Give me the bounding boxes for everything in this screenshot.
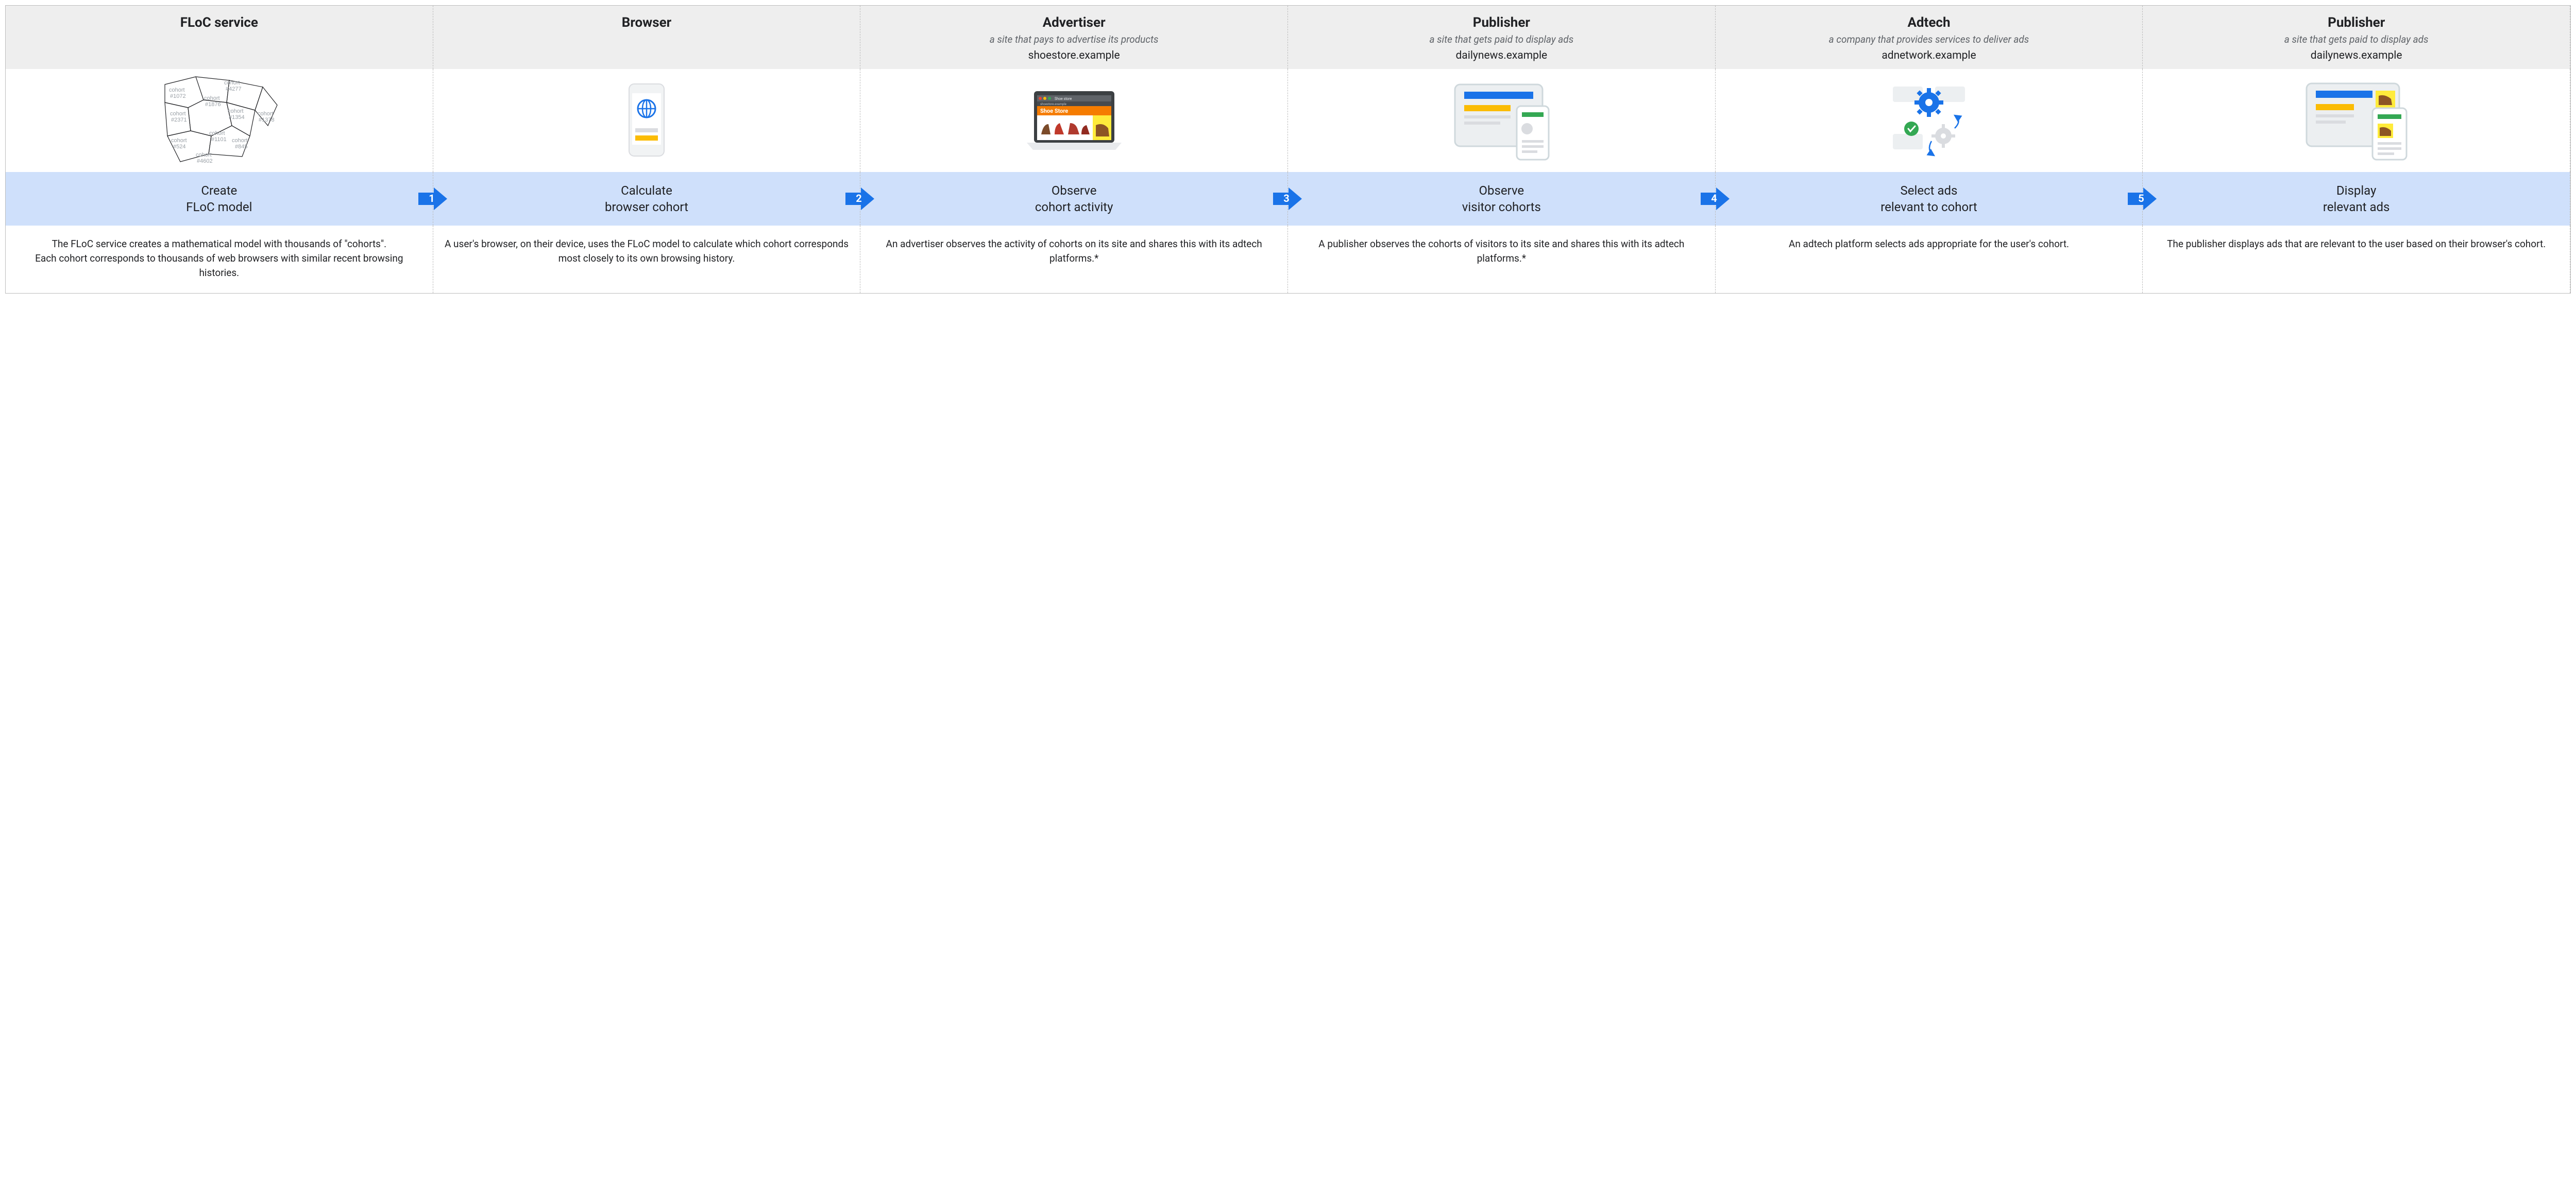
arrow-icon: 1 (418, 187, 447, 210)
arrow-icon: 5 (2128, 187, 2157, 210)
illus-floc-model: cohort #4277 cohort #1072 cohort #1876 c… (6, 69, 433, 172)
col-example: dailynews.example (1295, 49, 1708, 62)
svg-text:cohort: cohort (170, 111, 186, 117)
desc-1: The FLoC service creates a mathematical … (6, 226, 433, 293)
header-browser: Browser (433, 6, 861, 69)
svg-text:#2371: #2371 (171, 117, 187, 123)
desc-5: An adtech platform selects ads appropria… (1716, 226, 2143, 293)
col-title: Publisher (1295, 15, 1708, 30)
header-publisher-1: Publisher a site that gets paid to displ… (1288, 6, 1716, 69)
illus-advertiser-laptop: Shoe store shoestore.example Shoe Store (860, 69, 1288, 172)
arrow-icon: 4 (1701, 187, 1730, 210)
col-title: Advertiser (868, 15, 1280, 30)
svg-text:cohort: cohort (196, 152, 212, 158)
col-subtitle: a company that provides services to deli… (1723, 33, 2136, 46)
col-title: Browser (440, 15, 853, 30)
svg-text:1: 1 (429, 192, 434, 204)
gears-icon (1883, 79, 1975, 162)
header-adtech: Adtech a company that provides services … (1716, 6, 2143, 69)
col-subtitle: a site that gets paid to display ads (2150, 33, 2563, 46)
svg-text:Shoe store: Shoe store (1055, 97, 1072, 101)
svg-text:3: 3 (1283, 192, 1289, 204)
header-advertiser: Advertiser a site that pays to advertise… (860, 6, 1288, 69)
svg-text:Shoe Store: Shoe Store (1040, 108, 1068, 114)
phone-icon (626, 82, 667, 159)
svg-text:cohort: cohort (204, 95, 220, 101)
step-6: Displayrelevant ads (2143, 172, 2570, 226)
col-example: dailynews.example (2150, 49, 2563, 62)
step-5: Select adsrelevant to cohort 5 (1716, 172, 2143, 226)
desc-4: A publisher observes the cohorts of visi… (1288, 226, 1716, 293)
svg-text:#1378: #1378 (259, 117, 275, 123)
svg-text:cohort: cohort (209, 130, 225, 136)
header-floc-service: FLoC service (6, 6, 433, 69)
svg-text:4: 4 (1711, 192, 1717, 204)
svg-text:#1876: #1876 (205, 101, 221, 108)
illus-publisher-devices (1288, 69, 1716, 172)
voronoi-icon: cohort #4277 cohort #1072 cohort #1876 c… (160, 74, 278, 167)
svg-text:2: 2 (856, 192, 862, 204)
svg-text:cohort: cohort (258, 111, 274, 117)
svg-text:#1354: #1354 (229, 114, 245, 121)
devices-icon (1445, 79, 1558, 162)
svg-text:cohort: cohort (171, 138, 187, 144)
illus-browser-phone (433, 69, 861, 172)
step-2: Calculatebrowser cohort 2 (433, 172, 861, 226)
svg-text:#1101: #1101 (211, 136, 227, 143)
svg-text:#524: #524 (173, 144, 185, 150)
svg-text:#4277: #4277 (226, 86, 242, 92)
devices-ads-icon (2297, 79, 2416, 162)
laptop-icon: Shoe store shoestore.example Shoe Store (1023, 87, 1126, 154)
svg-text:#1072: #1072 (170, 93, 186, 99)
svg-text:cohort: cohort (169, 87, 185, 93)
col-subtitle: a site that pays to advertise its produc… (868, 33, 1280, 46)
desc-6: The publisher displays ads that are rele… (2143, 226, 2570, 293)
svg-text:cohort: cohort (232, 138, 248, 144)
col-title: FLoC service (13, 15, 426, 30)
svg-text:cohort: cohort (228, 108, 244, 114)
col-title: Adtech (1723, 15, 2136, 30)
col-example: shoestore.example (868, 49, 1280, 62)
illus-adtech-gears (1716, 69, 2143, 172)
arrow-icon: 2 (845, 187, 874, 210)
col-title: Publisher (2150, 15, 2563, 30)
step-3: Observecohort activity 3 (860, 172, 1288, 226)
desc-3: An advertiser observes the activity of c… (860, 226, 1288, 293)
arrow-icon: 3 (1273, 187, 1302, 210)
floc-diagram: FLoC service Browser Advertiser a site t… (5, 5, 2571, 294)
svg-text:#845: #845 (235, 144, 247, 150)
svg-text:cohort: cohort (224, 80, 240, 86)
col-example: adnetwork.example (1723, 49, 2136, 62)
step-4: Observevisitor cohorts 4 (1288, 172, 1716, 226)
svg-text:shoestore.example: shoestore.example (1040, 102, 1066, 106)
illus-publisher-ads (2143, 69, 2570, 172)
svg-text:#4602: #4602 (197, 158, 213, 164)
step-1: CreateFLoC model 1 (6, 172, 433, 226)
svg-text:5: 5 (2139, 192, 2144, 204)
desc-2: A user's browser, on their device, uses … (433, 226, 861, 293)
col-subtitle: a site that gets paid to display ads (1295, 33, 1708, 46)
header-publisher-2: Publisher a site that gets paid to displ… (2143, 6, 2570, 69)
